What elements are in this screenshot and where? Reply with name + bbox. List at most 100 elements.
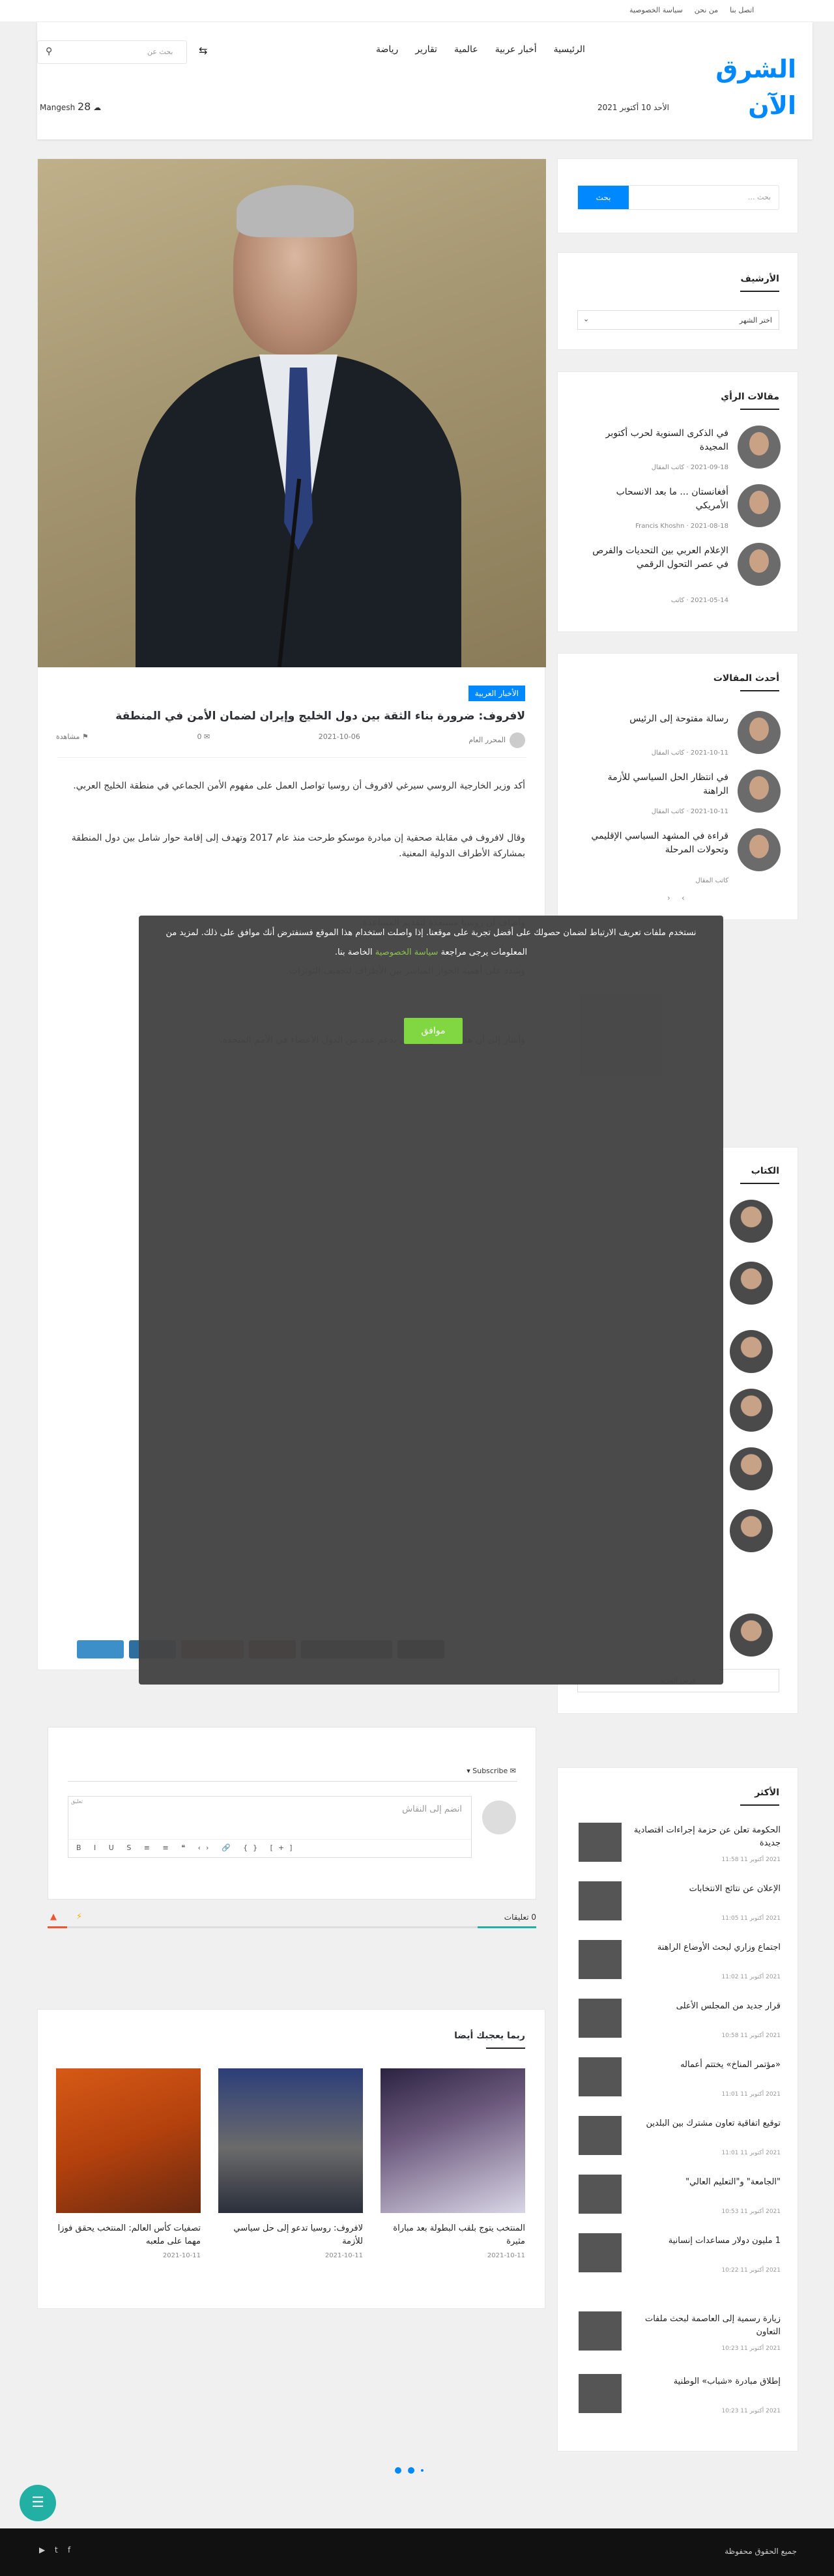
nav-item[interactable]: الرئيسية (554, 44, 585, 55)
list-item-title[interactable]: الحكومة تعلن عن حزمة إجراءات اقتصادية جد… (631, 1824, 781, 1850)
thumbnail[interactable] (579, 1881, 622, 1920)
comment-count[interactable]: 0 (197, 732, 201, 741)
list-item[interactable]: في انتظار الحل السياسي للأزمة الراهنة 20… (579, 770, 781, 817)
nav-item[interactable]: رياضة (376, 44, 398, 55)
writer-avatar[interactable] (730, 1509, 773, 1552)
top-link[interactable]: اتصل بنا (730, 6, 754, 14)
shuffle-icon[interactable]: ⇆ (199, 44, 207, 57)
list-item-title[interactable]: أفغانستان ... ما بعد الانسحاب الأمريكي (582, 485, 728, 513)
list-item[interactable]: "الجامعة" و"التعليم العالي" 2021 أكتوبر 1… (579, 2175, 781, 2219)
list-item[interactable]: قرار جديد من المجلس الأعلى 2021 أكتوبر 11… (579, 1999, 781, 2043)
list-item[interactable]: «مؤتمر المناخ» يختتم أعماله 2021 أكتوبر 1… (579, 2057, 781, 2102)
list-item[interactable]: الإعلان عن نتائج الانتخابات 2021 أكتوبر 1… (579, 1881, 781, 1926)
thumbnail[interactable] (579, 2233, 622, 2272)
list-item[interactable]: 1 مليون دولار مساعدات إنسانية 2021 أكتوبر… (579, 2233, 781, 2278)
writer-avatar[interactable] (730, 1614, 773, 1657)
list-item-title[interactable]: "الجامعة" و"التعليم العالي" (631, 2176, 781, 2189)
list-item[interactable]: الإعلام العربي بين التحديات والفرص في عص… (579, 543, 781, 605)
sidebar-search-input[interactable]: بحث ... بحث (577, 185, 779, 210)
related-image[interactable] (56, 2068, 201, 2213)
footer-copyright: جميع الحقوق محفوظة (725, 2547, 797, 2556)
writer-avatar[interactable] (730, 1262, 773, 1305)
list-item[interactable]: زيارة رسمية إلى العاصمة لبحث ملفات التعا… (579, 2311, 781, 2356)
list-item-title[interactable]: اجتماع وزاري لبحث الأوضاع الراهنة (631, 1941, 781, 1954)
related-item-title[interactable]: لافروف: روسيا تدعو إلى حل سياسي للأزمة (218, 2222, 363, 2248)
list-item[interactable]: الحكومة تعلن عن حزمة إجراءات اقتصادية جد… (579, 1823, 781, 1867)
thumbnail[interactable] (579, 2311, 622, 2351)
privacy-link[interactable]: سياسة الخصوصية (375, 948, 439, 957)
list-item-date: 2021 أكتوبر 11 11:05 (721, 1915, 781, 1922)
related-item-title[interactable]: المنتخب يتوج بلقب البطولة بعد مباراة مثي… (381, 2222, 525, 2248)
thumbnail[interactable] (579, 1823, 622, 1862)
writer-avatar[interactable] (730, 1447, 773, 1490)
facebook-icon[interactable]: f (68, 2545, 70, 2554)
list-item-title[interactable]: رسالة مفتوحة إلى الرئيس (582, 712, 728, 726)
author-name[interactable]: المحرر العام (468, 736, 506, 744)
avatar (738, 828, 781, 871)
list-item-meta: 2021-08-18 · Francis Khoshn (635, 523, 728, 530)
thumbnail[interactable] (579, 2057, 622, 2096)
list-item-title[interactable]: 1 مليون دولار مساعدات إنسانية (631, 2235, 781, 2248)
archives-select[interactable]: اختر الشهر ⌄ (577, 310, 779, 330)
list-item[interactable]: إطلاق مبادرة «شباب» الوطنية 2021 أكتوبر 1… (579, 2374, 781, 2418)
list-item-meta: 2021-05-14 · كاتب (670, 597, 728, 604)
header-search[interactable]: بحث عن ⚲ (37, 40, 187, 64)
top-link[interactable]: من نحن (695, 6, 718, 14)
comment-input[interactable]: تعليق انضم إلى النقاش B I U S ≡ ≡ ❝ ‹› 🔗… (68, 1796, 472, 1858)
list-item-title[interactable]: توقيع اتفاقية تعاون مشترك بين البلدين (631, 2117, 781, 2130)
list-item-title[interactable]: إطلاق مبادرة «شباب» الوطنية (631, 2375, 781, 2388)
list-item-title[interactable]: الإعلام العربي بين التحديات والفرص في عص… (582, 544, 728, 572)
writer-avatar[interactable] (730, 1200, 773, 1243)
site-logo[interactable]: الشرق الآن (692, 51, 796, 124)
writer-avatar[interactable] (730, 1389, 773, 1432)
list-item-title[interactable]: «مؤتمر المناخ» يختتم أعماله (631, 2059, 781, 2072)
sidebar-search-button[interactable]: بحث (578, 186, 629, 209)
writer-avatar[interactable] (730, 1330, 773, 1373)
list-item-title[interactable]: في الذكرى السنوية لحرب أكتوبر المجيدة (582, 427, 728, 454)
thumbnail[interactable] (579, 1999, 622, 2038)
youtube-icon[interactable]: ▶ (39, 2545, 45, 2554)
related-item[interactable]: لافروف: روسيا تدعو إلى حل سياسي للأزمة 2… (218, 2068, 363, 2259)
nav-item[interactable]: عالمية (454, 44, 478, 55)
related-image[interactable] (381, 2068, 525, 2213)
list-item-title[interactable]: زيارة رسمية إلى العاصمة لبحث ملفات التعا… (631, 2313, 781, 2339)
thumbnail[interactable] (579, 1940, 622, 1979)
cloud-icon: ☁ (93, 103, 102, 112)
chevron-right-icon[interactable]: › (682, 893, 685, 903)
chat-icon[interactable]: ☰ (20, 2485, 56, 2521)
twitter-icon[interactable]: t (55, 2545, 58, 2554)
cookie-accept-button[interactable]: موافق (404, 1018, 463, 1044)
bolt-icon[interactable]: ⚡ (76, 1912, 82, 1922)
list-item-title[interactable]: الإعلان عن نتائج الانتخابات (631, 1883, 781, 1896)
chevron-left-icon[interactable]: ‹ (667, 893, 670, 903)
list-item-title[interactable]: قراءة في المشهد السياسي الإقليمي وتحولات… (582, 830, 728, 857)
thumbnail[interactable] (579, 2374, 622, 2413)
related-item-title[interactable]: تصفيات كأس العالم: المنتخب يحقق فوزا مهم… (56, 2222, 201, 2248)
comment-tabs: 0 تعليقات ▲ ⚡ (48, 1909, 536, 1935)
twitter-share-button[interactable] (77, 1640, 124, 1658)
related-item[interactable]: المنتخب يتوج بلقب البطولة بعد مباراة مثي… (381, 2068, 525, 2259)
thumbnail[interactable] (579, 2116, 622, 2155)
top-link[interactable]: سياسة الخصوصية (629, 6, 683, 14)
carousel-dots[interactable] (395, 2467, 424, 2474)
search-icon[interactable]: ⚲ (46, 46, 52, 57)
list-item[interactable]: أفغانستان ... ما بعد الانسحاب الأمريكي 2… (579, 484, 781, 531)
list-item[interactable]: في الذكرى السنوية لحرب أكتوبر المجيدة 20… (579, 426, 781, 472)
subscribe-button[interactable]: ✉ Subscribe ▾ (467, 1767, 516, 1775)
comment-toolbar[interactable]: B I U S ≡ ≡ ❝ ‹› 🔗 {} [+] (68, 1839, 471, 1857)
related-item[interactable]: تصفيات كأس العالم: المنتخب يحقق فوزا مهم… (56, 2068, 201, 2259)
thumbnail[interactable] (579, 2175, 622, 2214)
list-item[interactable]: رسالة مفتوحة إلى الرئيس 2021-10-11 · كات… (579, 711, 781, 758)
sidebar-search-placeholder: بحث ... (748, 193, 771, 201)
category-badge[interactable]: الأخبار العربية (468, 686, 525, 701)
list-item[interactable]: قراءة في المشهد السياسي الإقليمي وتحولات… (579, 828, 781, 886)
flame-icon[interactable]: ▲ (50, 1912, 57, 1922)
nav-item[interactable]: تقارير (415, 44, 437, 55)
list-item-title[interactable]: قرار جديد من المجلس الأعلى (631, 2000, 781, 2013)
list-item-title[interactable]: في انتظار الحل السياسي للأزمة الراهنة (582, 771, 728, 798)
list-item[interactable]: توقيع اتفاقية تعاون مشترك بين البلدين 202… (579, 2116, 781, 2160)
list-item[interactable]: اجتماع وزاري لبحث الأوضاع الراهنة 2021 أك… (579, 1940, 781, 1984)
list-item-meta: كاتب المقال (695, 877, 728, 884)
nav-item[interactable]: أخبار عربية (495, 44, 537, 55)
related-image[interactable] (218, 2068, 363, 2213)
